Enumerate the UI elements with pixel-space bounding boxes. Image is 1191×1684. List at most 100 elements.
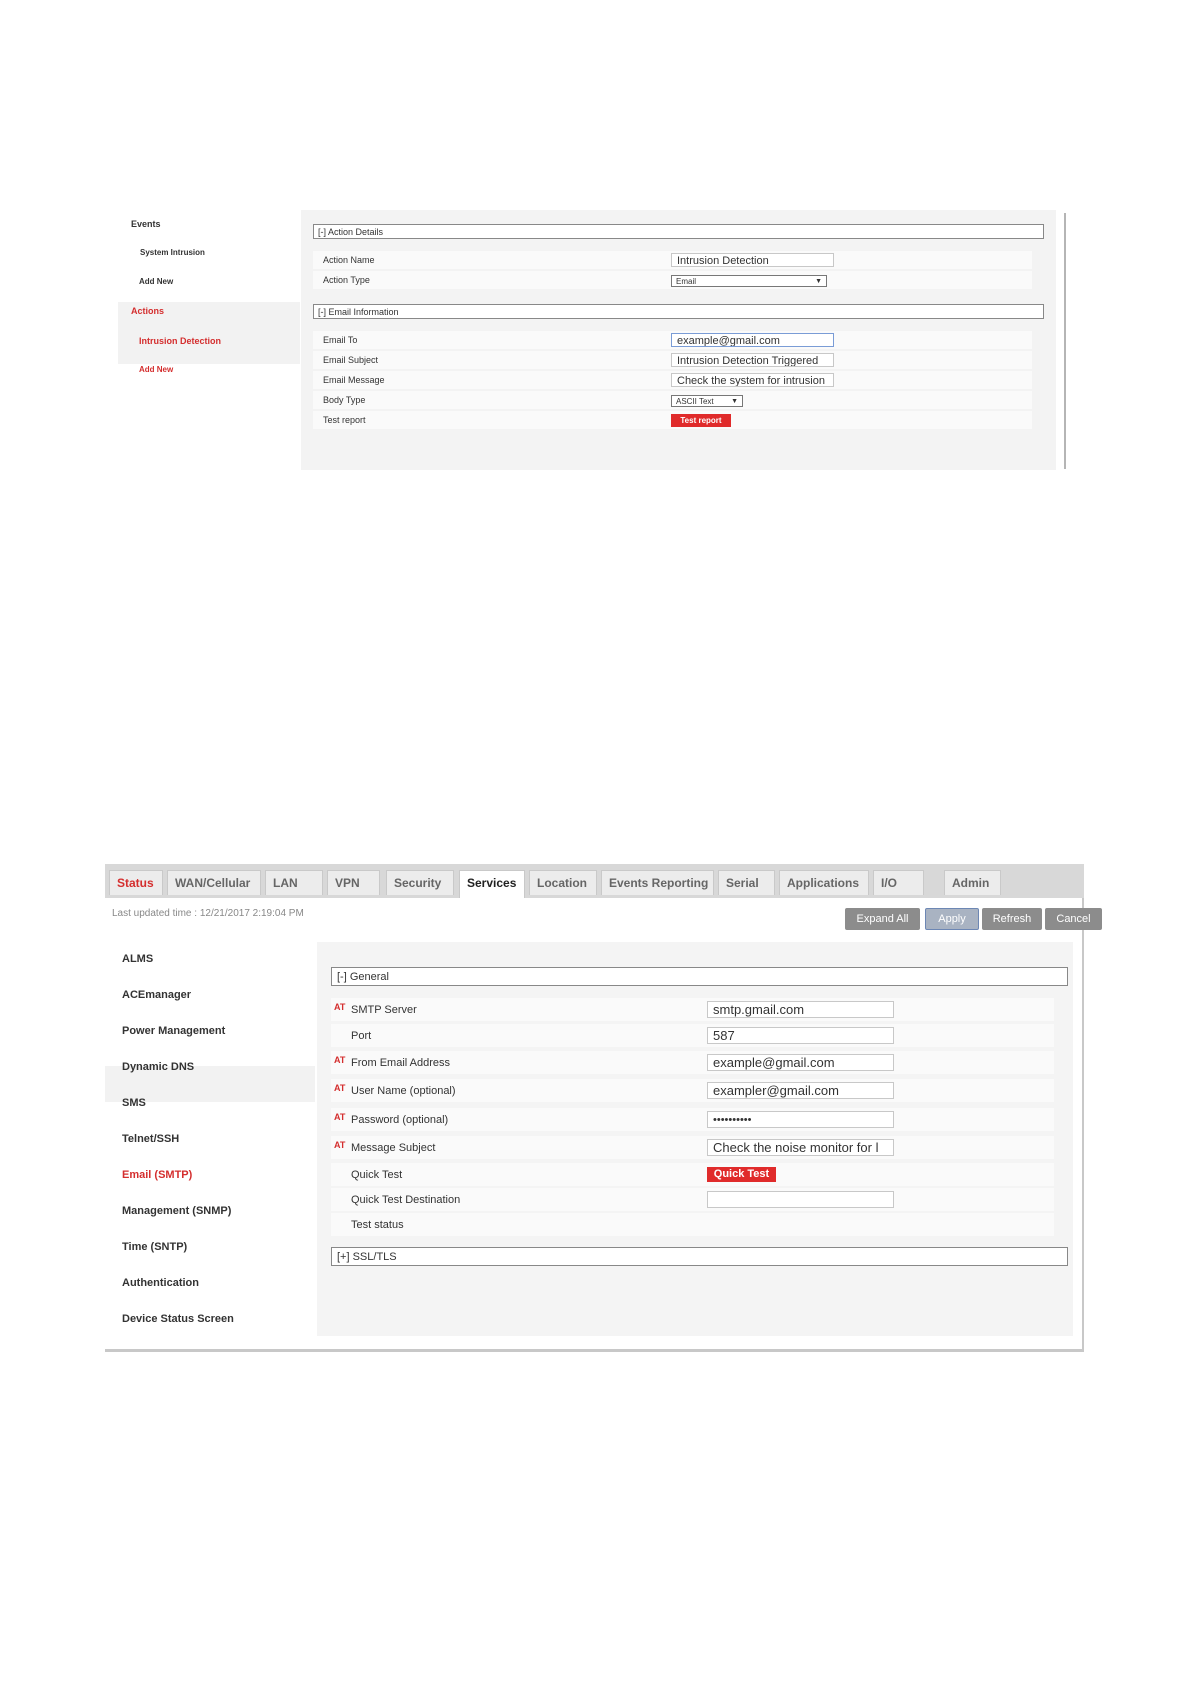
quick-test-destination-label: Quick Test Destination	[351, 1194, 461, 1206]
action-type-select[interactable]: Email ▼	[671, 275, 827, 287]
test-status-row: Test status	[331, 1213, 1054, 1236]
email-to-input[interactable]: example@gmail.com	[671, 333, 834, 347]
dropdown-arrow-icon: ▼	[815, 278, 822, 285]
message-subject-label: Message Subject	[351, 1142, 436, 1154]
last-updated-time: Last updated time : 12/21/2017 2:19:04 P…	[112, 908, 304, 919]
refresh-button[interactable]: Refresh	[982, 908, 1042, 930]
quick-test-label: Quick Test	[351, 1169, 403, 1181]
body-type-select[interactable]: ASCII Text ▼	[671, 395, 743, 407]
at-command-badge: AT	[334, 1140, 346, 1150]
email-smtp-panel: [-] General AT SMTP Server smtp.gmail.co…	[317, 942, 1073, 1336]
sidebar-item-system-intrusion[interactable]: System Intrusion	[140, 248, 205, 257]
tab-io[interactable]: I/O	[873, 870, 924, 895]
sidebar-item-telnet-ssh[interactable]: Telnet/SSH	[122, 1133, 179, 1145]
sidebar-item-sms[interactable]: SMS	[122, 1097, 146, 1109]
sidebar-heading-events: Events	[131, 219, 161, 229]
email-message-label: Email Message	[323, 375, 385, 385]
tab-location[interactable]: Location	[529, 870, 597, 895]
email-to-row: Email To example@gmail.com	[313, 331, 1032, 349]
general-section-header[interactable]: [-] General	[331, 967, 1068, 986]
tab-lan[interactable]: LAN	[265, 870, 323, 895]
user-name-label: User Name (optional)	[351, 1085, 456, 1097]
sidebar-item-management-snmp[interactable]: Management (SNMP)	[122, 1205, 231, 1217]
from-email-label: From Email Address	[351, 1057, 451, 1069]
tab-applications[interactable]: Applications	[779, 870, 869, 895]
sidebar-heading-actions[interactable]: Actions	[131, 306, 164, 316]
password-label: Password (optional)	[351, 1114, 449, 1126]
action-type-label: Action Type	[323, 275, 370, 285]
quick-test-row: Quick Test Quick Test	[331, 1163, 1054, 1186]
quick-test-destination-row: Quick Test Destination	[331, 1188, 1054, 1211]
sidebar-item-authentication[interactable]: Authentication	[122, 1277, 199, 1289]
at-command-badge: AT	[334, 1002, 346, 1012]
email-subject-label: Email Subject	[323, 355, 379, 365]
expand-all-button[interactable]: Expand All	[845, 908, 920, 930]
apply-button[interactable]: Apply	[925, 908, 979, 930]
sidebar-item-intrusion-detection[interactable]: Intrusion Detection	[139, 336, 221, 346]
body-type-label: Body Type	[323, 395, 366, 405]
test-status-label: Test status	[351, 1219, 404, 1231]
email-subject-input[interactable]: Intrusion Detection Triggered	[671, 353, 834, 367]
email-information-header[interactable]: [-] Email Information	[313, 304, 1044, 319]
sidebar-item-alms[interactable]: ALMS	[122, 953, 153, 965]
tab-serial[interactable]: Serial	[718, 870, 775, 895]
password-input[interactable]: ••••••••••	[707, 1111, 894, 1128]
smtp-server-row: AT SMTP Server smtp.gmail.com	[331, 998, 1054, 1021]
message-subject-input[interactable]: Check the noise monitor for l	[707, 1139, 894, 1156]
tab-vpn[interactable]: VPN	[327, 870, 380, 895]
port-label: Port	[351, 1030, 372, 1042]
action-name-input[interactable]: Intrusion Detection	[671, 253, 834, 267]
at-command-badge: AT	[334, 1055, 346, 1065]
action-panel: [-] Action Details Action Name Intrusion…	[301, 210, 1056, 470]
action-type-value: Email	[676, 277, 697, 286]
quick-test-button[interactable]: Quick Test	[707, 1167, 776, 1182]
port-input[interactable]: 587	[707, 1027, 894, 1044]
dropdown-arrow-icon: ▼	[731, 398, 738, 405]
smtp-server-label: SMTP Server	[351, 1004, 417, 1016]
email-message-row: Email Message Check the system for intru…	[313, 371, 1032, 389]
user-name-row: AT User Name (optional) exampler@gmail.c…	[331, 1079, 1054, 1102]
password-row: AT Password (optional) ••••••••••	[331, 1108, 1054, 1131]
main-tab-bar: Status WAN/Cellular LAN VPN Security Ser…	[105, 864, 1084, 898]
from-email-input[interactable]: example@gmail.com	[707, 1054, 894, 1071]
tab-services[interactable]: Services	[459, 870, 525, 898]
at-command-badge: AT	[334, 1112, 346, 1122]
smtp-server-input[interactable]: smtp.gmail.com	[707, 1001, 894, 1018]
quick-test-destination-input[interactable]	[707, 1191, 894, 1208]
test-report-button[interactable]: Test report	[671, 414, 731, 427]
events-actions-screen: Events System Intrusion Add New Actions …	[118, 210, 1066, 470]
port-row: Port 587	[331, 1024, 1054, 1047]
email-subject-row: Email Subject Intrusion Detection Trigge…	[313, 351, 1032, 369]
action-name-label: Action Name	[323, 255, 375, 265]
test-report-row: Test report Test report	[313, 411, 1032, 429]
services-email-smtp-screen: Status WAN/Cellular LAN VPN Security Ser…	[105, 864, 1102, 1354]
sidebar-item-power-management[interactable]: Power Management	[122, 1025, 225, 1037]
sidebar-item-dynamic-dns[interactable]: Dynamic DNS	[122, 1061, 194, 1073]
from-email-row: AT From Email Address example@gmail.com	[331, 1051, 1054, 1074]
action-details-header[interactable]: [-] Action Details	[313, 224, 1044, 239]
sidebar-item-acemanager[interactable]: ACEmanager	[122, 989, 191, 1001]
sidebar-item-add-new-action[interactable]: Add New	[139, 365, 173, 374]
sidebar-item-add-new-event[interactable]: Add New	[139, 277, 173, 286]
message-subject-row: AT Message Subject Check the noise monit…	[331, 1136, 1054, 1159]
sidebar-item-time-sntp[interactable]: Time (SNTP)	[122, 1241, 187, 1253]
user-name-input[interactable]: exampler@gmail.com	[707, 1082, 894, 1099]
ssl-tls-section-header[interactable]: [+] SSL/TLS	[331, 1247, 1068, 1266]
body-type-value: ASCII Text	[676, 397, 714, 406]
tab-wan-cellular[interactable]: WAN/Cellular	[167, 870, 261, 895]
body-type-row: Body Type ASCII Text ▼	[313, 391, 1032, 409]
cancel-button[interactable]: Cancel	[1045, 908, 1102, 930]
test-report-label: Test report	[323, 415, 366, 425]
scrollbar-edge	[1064, 213, 1066, 469]
sidebar-item-email-smtp[interactable]: Email (SMTP)	[122, 1169, 192, 1181]
tab-security[interactable]: Security	[386, 870, 454, 895]
tab-admin[interactable]: Admin	[944, 870, 1001, 895]
tab-status[interactable]: Status	[109, 870, 163, 895]
at-command-badge: AT	[334, 1083, 346, 1093]
action-type-row: Action Type Email ▼	[313, 271, 1032, 289]
email-message-input[interactable]: Check the system for intrusion	[671, 373, 834, 387]
sidebar-item-device-status-screen[interactable]: Device Status Screen	[122, 1313, 234, 1325]
tab-events-reporting[interactable]: Events Reporting	[601, 870, 714, 895]
action-name-row: Action Name Intrusion Detection	[313, 251, 1032, 269]
email-to-label: Email To	[323, 335, 358, 345]
